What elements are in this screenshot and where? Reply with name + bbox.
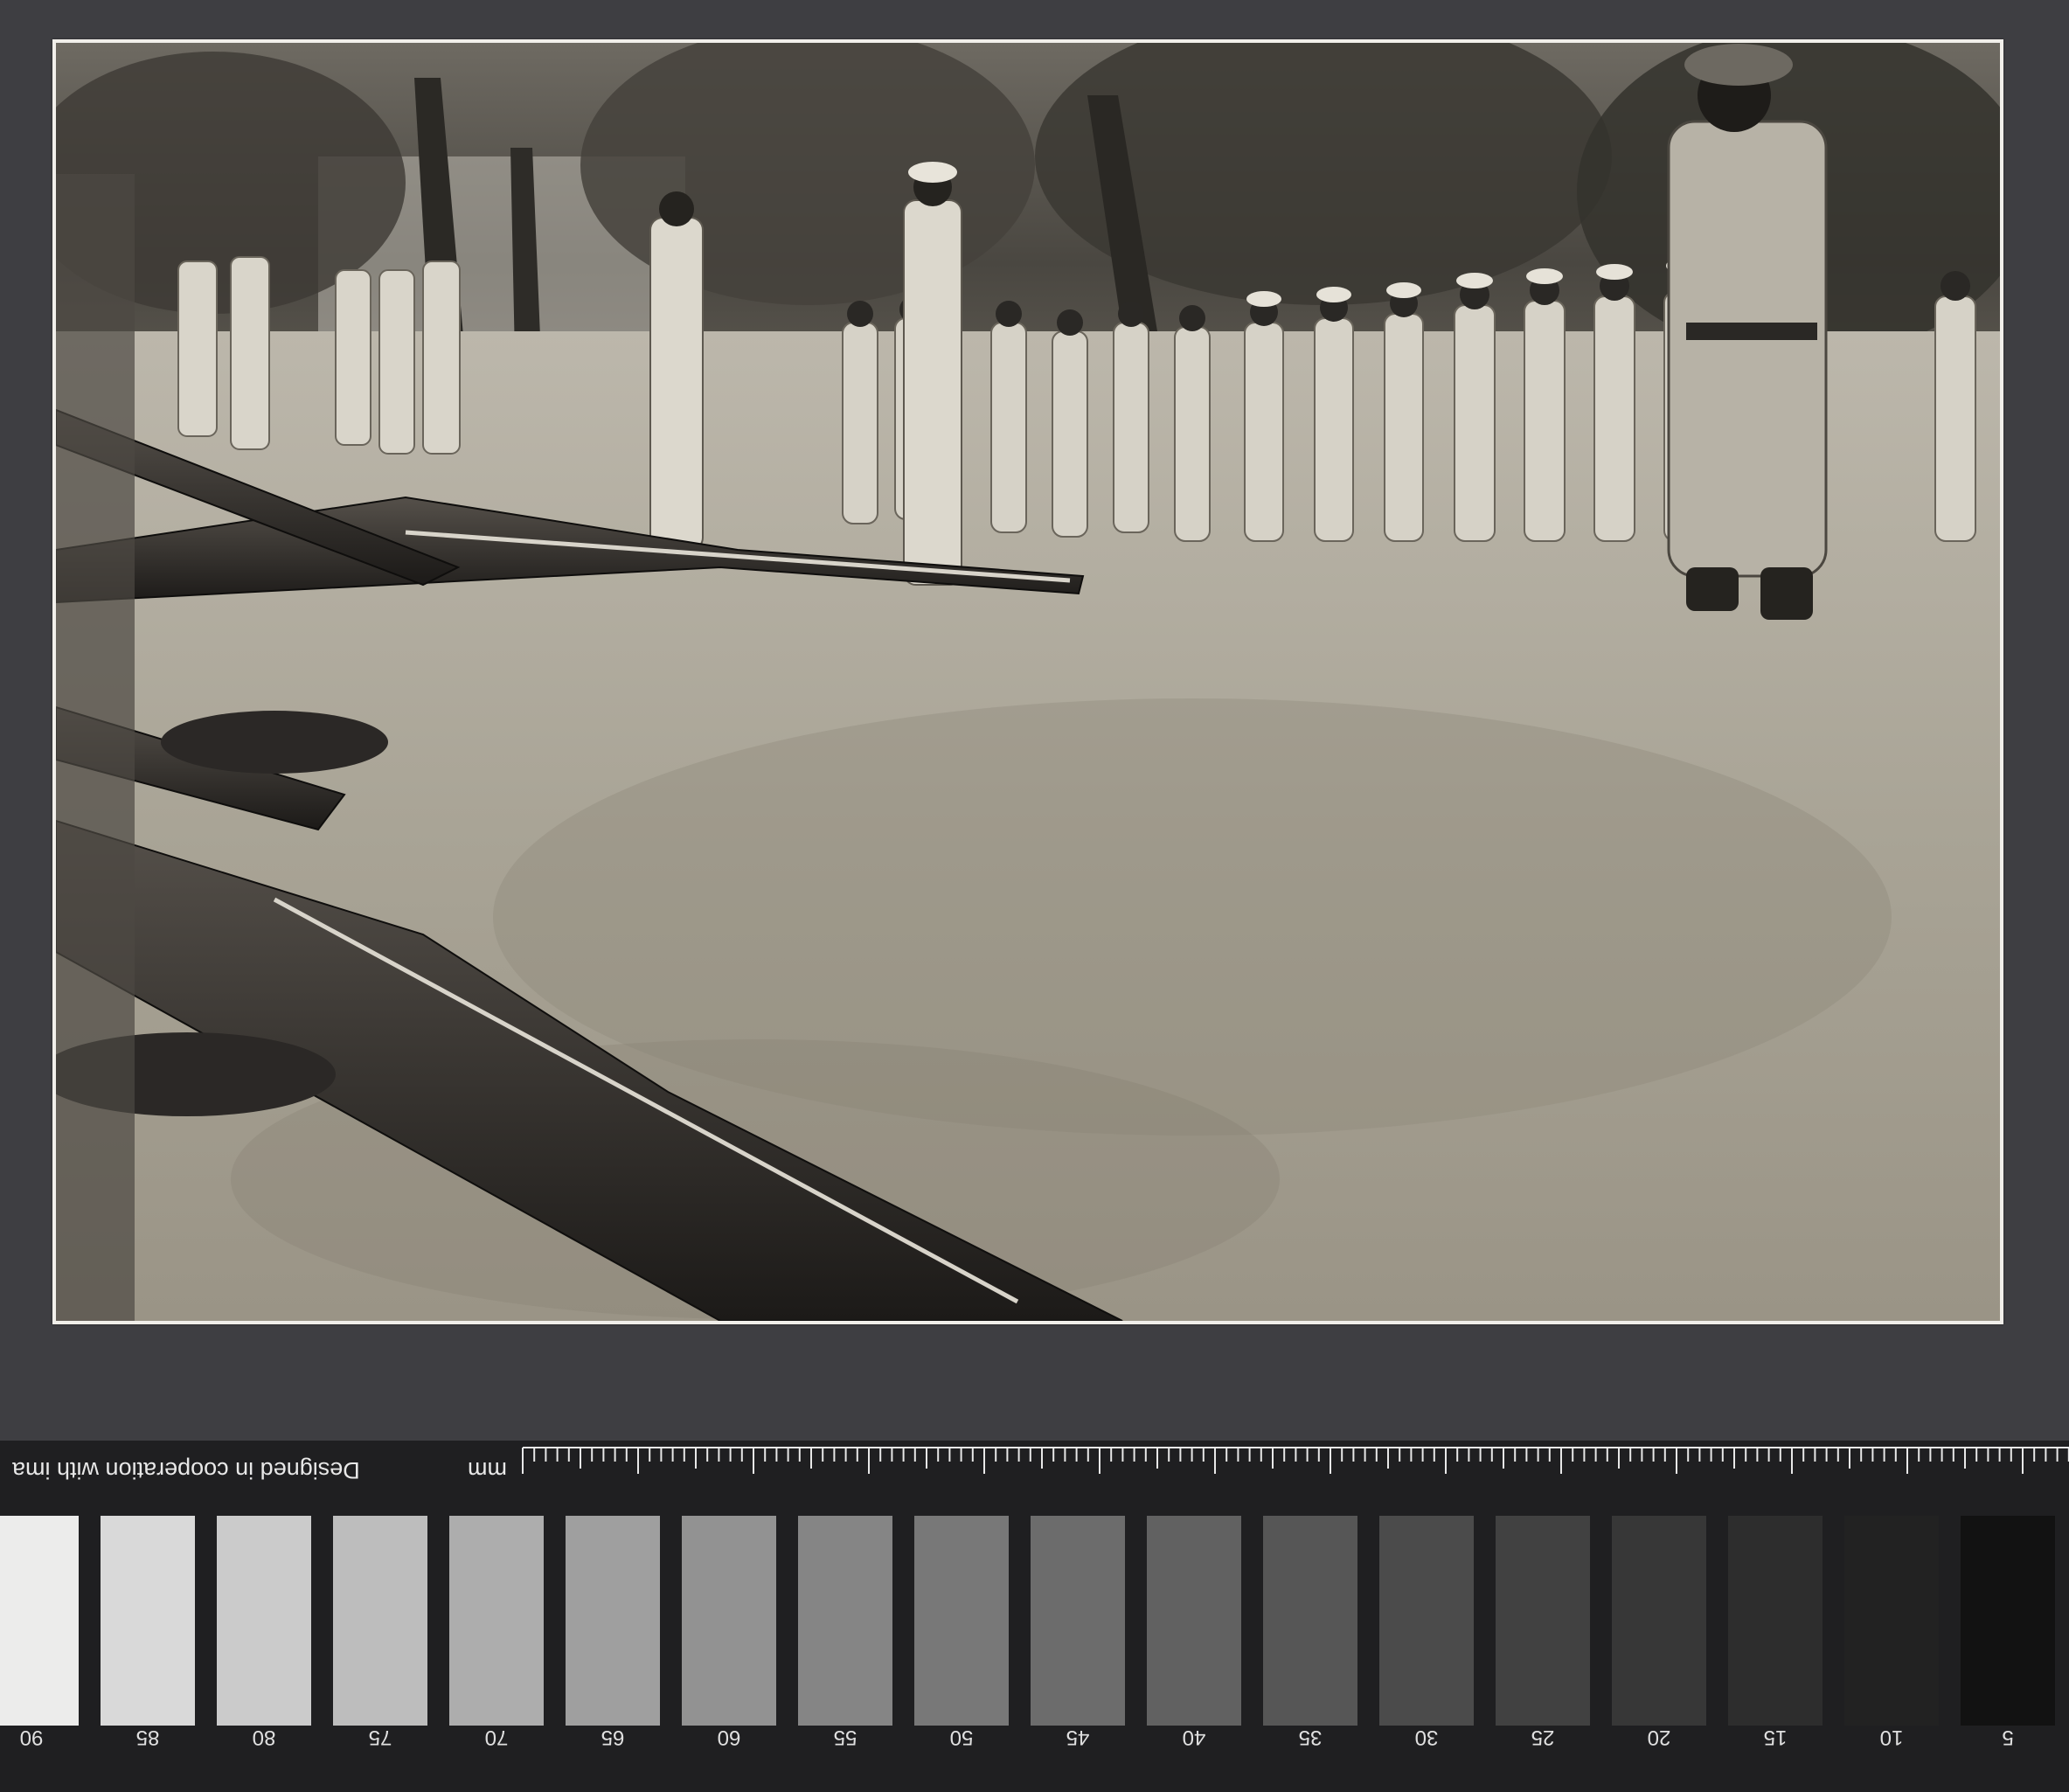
gray-patches: [0, 1516, 2069, 1726]
patch-label: 25: [1531, 1726, 1555, 1749]
patch-label: 20: [1647, 1726, 1671, 1749]
gray-patch-75: [333, 1516, 427, 1726]
color-scale-target: Designed in cooperation with ima mm 90 85…: [0, 1441, 2069, 1792]
patch-label: 40: [1182, 1726, 1206, 1749]
gray-patch-65: [566, 1516, 660, 1726]
gray-patch-15: [1728, 1516, 1823, 1726]
patch-label: 75: [368, 1726, 392, 1749]
military-drill-photo: [56, 43, 2000, 1321]
mm-ruler: Designed in cooperation with ima mm: [0, 1441, 2069, 1504]
gray-patch-50: [914, 1516, 1009, 1726]
patch-label: 65: [601, 1726, 625, 1749]
patch-label: 15: [1763, 1726, 1788, 1749]
gray-patch-55: [798, 1516, 892, 1726]
patch-label: 55: [833, 1726, 857, 1749]
foreground-officer: [1667, 44, 1828, 620]
designed-in-cooperation-label: Designed in cooperation with ima: [12, 1457, 360, 1483]
gray-patch-85: [101, 1516, 195, 1726]
patch-label: 85: [135, 1726, 160, 1749]
gray-patch-30: [1379, 1516, 1474, 1726]
gray-patch-10: [1844, 1516, 1939, 1726]
patch-label: 10: [1879, 1726, 1904, 1749]
patch-label: 35: [1298, 1726, 1323, 1749]
patch-label: 80: [252, 1726, 276, 1749]
gray-patch-90: [0, 1516, 79, 1726]
gray-patch-80: [217, 1516, 311, 1726]
patch-label: 50: [949, 1726, 974, 1749]
gray-patch-35: [1263, 1516, 1357, 1726]
gray-patch-70: [449, 1516, 544, 1726]
instructor-cap: [908, 162, 957, 183]
gray-patch-5: [1961, 1516, 2055, 1726]
gray-patch-60: [682, 1516, 776, 1726]
left-edge-soldier: [56, 174, 135, 1321]
instructor-head: [659, 191, 694, 226]
patch-label: 90: [19, 1726, 44, 1749]
patch-label: 45: [1066, 1726, 1090, 1749]
scanned-archive-sheet: Designed in cooperation with ima mm 90 85…: [0, 0, 2069, 1792]
patch-label: 30: [1414, 1726, 1439, 1749]
gray-patch-25: [1496, 1516, 1590, 1726]
ruler-unit-label: mm: [468, 1457, 507, 1483]
gray-patch-20: [1612, 1516, 1706, 1726]
patch-label: 60: [717, 1726, 741, 1749]
patch-label: 5: [2002, 1726, 2014, 1749]
patch-label: 70: [484, 1726, 509, 1749]
gray-patch-40: [1147, 1516, 1241, 1726]
photograph-print: [52, 39, 2003, 1324]
gray-patch-45: [1031, 1516, 1125, 1726]
